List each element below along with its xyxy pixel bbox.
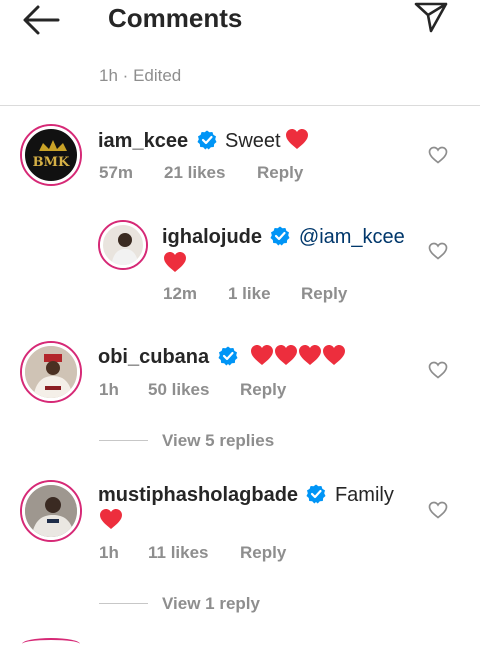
divider <box>0 105 480 106</box>
avatar[interactable]: BMK <box>20 124 82 186</box>
person-photo-icon <box>25 485 77 537</box>
verified-badge-icon <box>306 484 326 504</box>
like-heart-icon[interactable] <box>428 501 448 519</box>
like-heart-icon[interactable] <box>428 361 448 379</box>
reply-button[interactable]: Reply <box>257 163 303 183</box>
comment-time: 57m <box>99 163 134 182</box>
page-title: Comments <box>108 3 243 33</box>
comment-text: Sweet <box>224 130 281 152</box>
verified-badge-icon <box>218 346 238 366</box>
reply-line: ighalojude @iam_kcee <box>162 226 405 249</box>
heart-emoji-icon <box>251 345 274 365</box>
heart-emoji-icon <box>286 129 309 149</box>
comment-text: Family <box>334 484 394 506</box>
heart-emoji-icon <box>275 345 298 365</box>
reply-button[interactable]: Reply <box>301 284 347 304</box>
reply-button[interactable]: Reply <box>240 543 286 563</box>
comment-line: iam_kcee Sweet <box>98 128 309 153</box>
comment-username[interactable]: obi_cubana <box>98 346 209 368</box>
comment-time: 12m <box>163 284 198 303</box>
comment-likes[interactable]: 50 likes <box>148 380 209 400</box>
comment-username[interactable]: iam_kcee <box>98 130 188 152</box>
comment-line: obi_cubana <box>98 344 346 369</box>
heart-emoji-icon <box>299 345 322 365</box>
back-arrow-icon[interactable] <box>22 4 60 36</box>
heart-emoji-icon <box>164 252 186 272</box>
view-replies-line <box>99 440 148 441</box>
reply-button[interactable]: Reply <box>240 380 286 400</box>
comment-time: 1h <box>99 380 119 399</box>
view-replies-line <box>99 603 148 604</box>
heart-emoji-row <box>250 345 346 367</box>
comment-line: mustiphasholagbade Family <box>98 484 394 507</box>
verified-badge-icon <box>270 226 290 246</box>
view-replies-button[interactable]: View 1 reply <box>162 594 260 614</box>
heart-emoji-icon <box>323 345 346 365</box>
comment-likes[interactable]: 1 like <box>228 284 271 304</box>
comment-likes[interactable]: 11 likes <box>148 543 209 563</box>
post-edited-label: Edited <box>133 66 182 85</box>
avatar-badge-text: BMK <box>32 155 70 170</box>
person-photo-icon <box>25 346 77 398</box>
person-photo-icon <box>111 233 139 265</box>
avatar[interactable] <box>20 341 82 403</box>
verified-badge-icon <box>197 130 217 150</box>
comment-likes[interactable]: 21 likes <box>164 163 225 183</box>
post-time: 1h <box>99 66 118 85</box>
view-replies-button[interactable]: View 5 replies <box>162 431 274 451</box>
like-heart-icon[interactable] <box>428 146 448 164</box>
avatar[interactable] <box>20 480 82 542</box>
comment-username[interactable]: mustiphasholagbade <box>98 484 298 506</box>
mention-link[interactable]: @iam_kcee <box>299 226 405 248</box>
like-heart-icon[interactable] <box>428 242 448 260</box>
send-icon[interactable] <box>413 0 449 34</box>
comment-time: 1h <box>99 543 119 562</box>
post-meta: 1h · Edited <box>99 66 181 86</box>
meta-separator: · <box>122 66 129 85</box>
comment-username[interactable]: ighalojude <box>162 226 262 248</box>
heart-emoji-icon <box>100 509 122 529</box>
avatar[interactable] <box>98 220 148 270</box>
avatar[interactable] <box>22 638 80 650</box>
